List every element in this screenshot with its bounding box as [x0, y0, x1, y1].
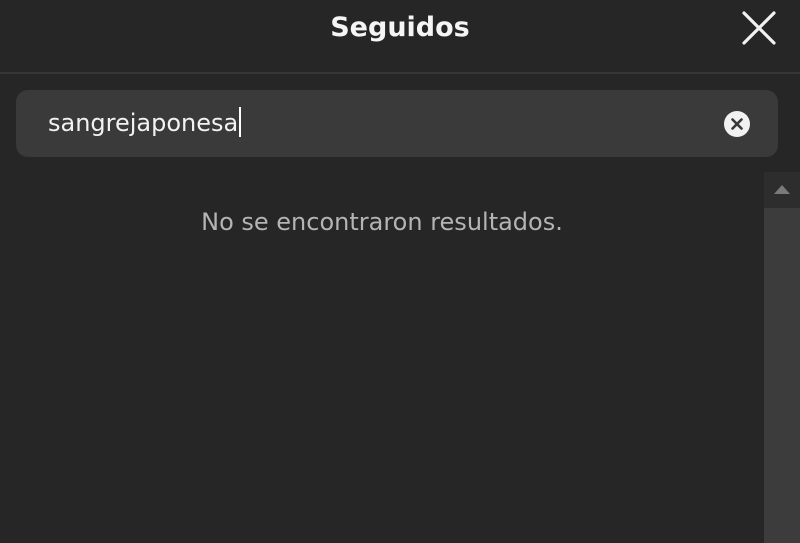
scrollbar-thumb[interactable] [764, 208, 800, 543]
close-button[interactable] [740, 9, 778, 47]
scroll-up-arrow-icon [774, 185, 790, 194]
vertical-scrollbar[interactable] [764, 172, 800, 543]
dialog-title: Seguidos [330, 12, 470, 43]
scroll-up-button[interactable] [764, 172, 800, 208]
results-list: No se encontraron resultados. [0, 172, 764, 543]
empty-results-message: No se encontraron resultados. [201, 208, 563, 236]
followed-dialog: Seguidos sangrejaponesa No se encontraro… [0, 0, 800, 543]
search-value: sangrejaponesa [48, 109, 239, 137]
dialog-header: Seguidos [0, 0, 800, 74]
search-input[interactable]: sangrejaponesa [48, 90, 242, 157]
text-caret [239, 107, 242, 137]
clear-circle-icon [724, 111, 750, 137]
search-box[interactable]: sangrejaponesa [16, 90, 778, 157]
clear-search-button[interactable] [724, 111, 750, 137]
close-icon [742, 11, 776, 45]
